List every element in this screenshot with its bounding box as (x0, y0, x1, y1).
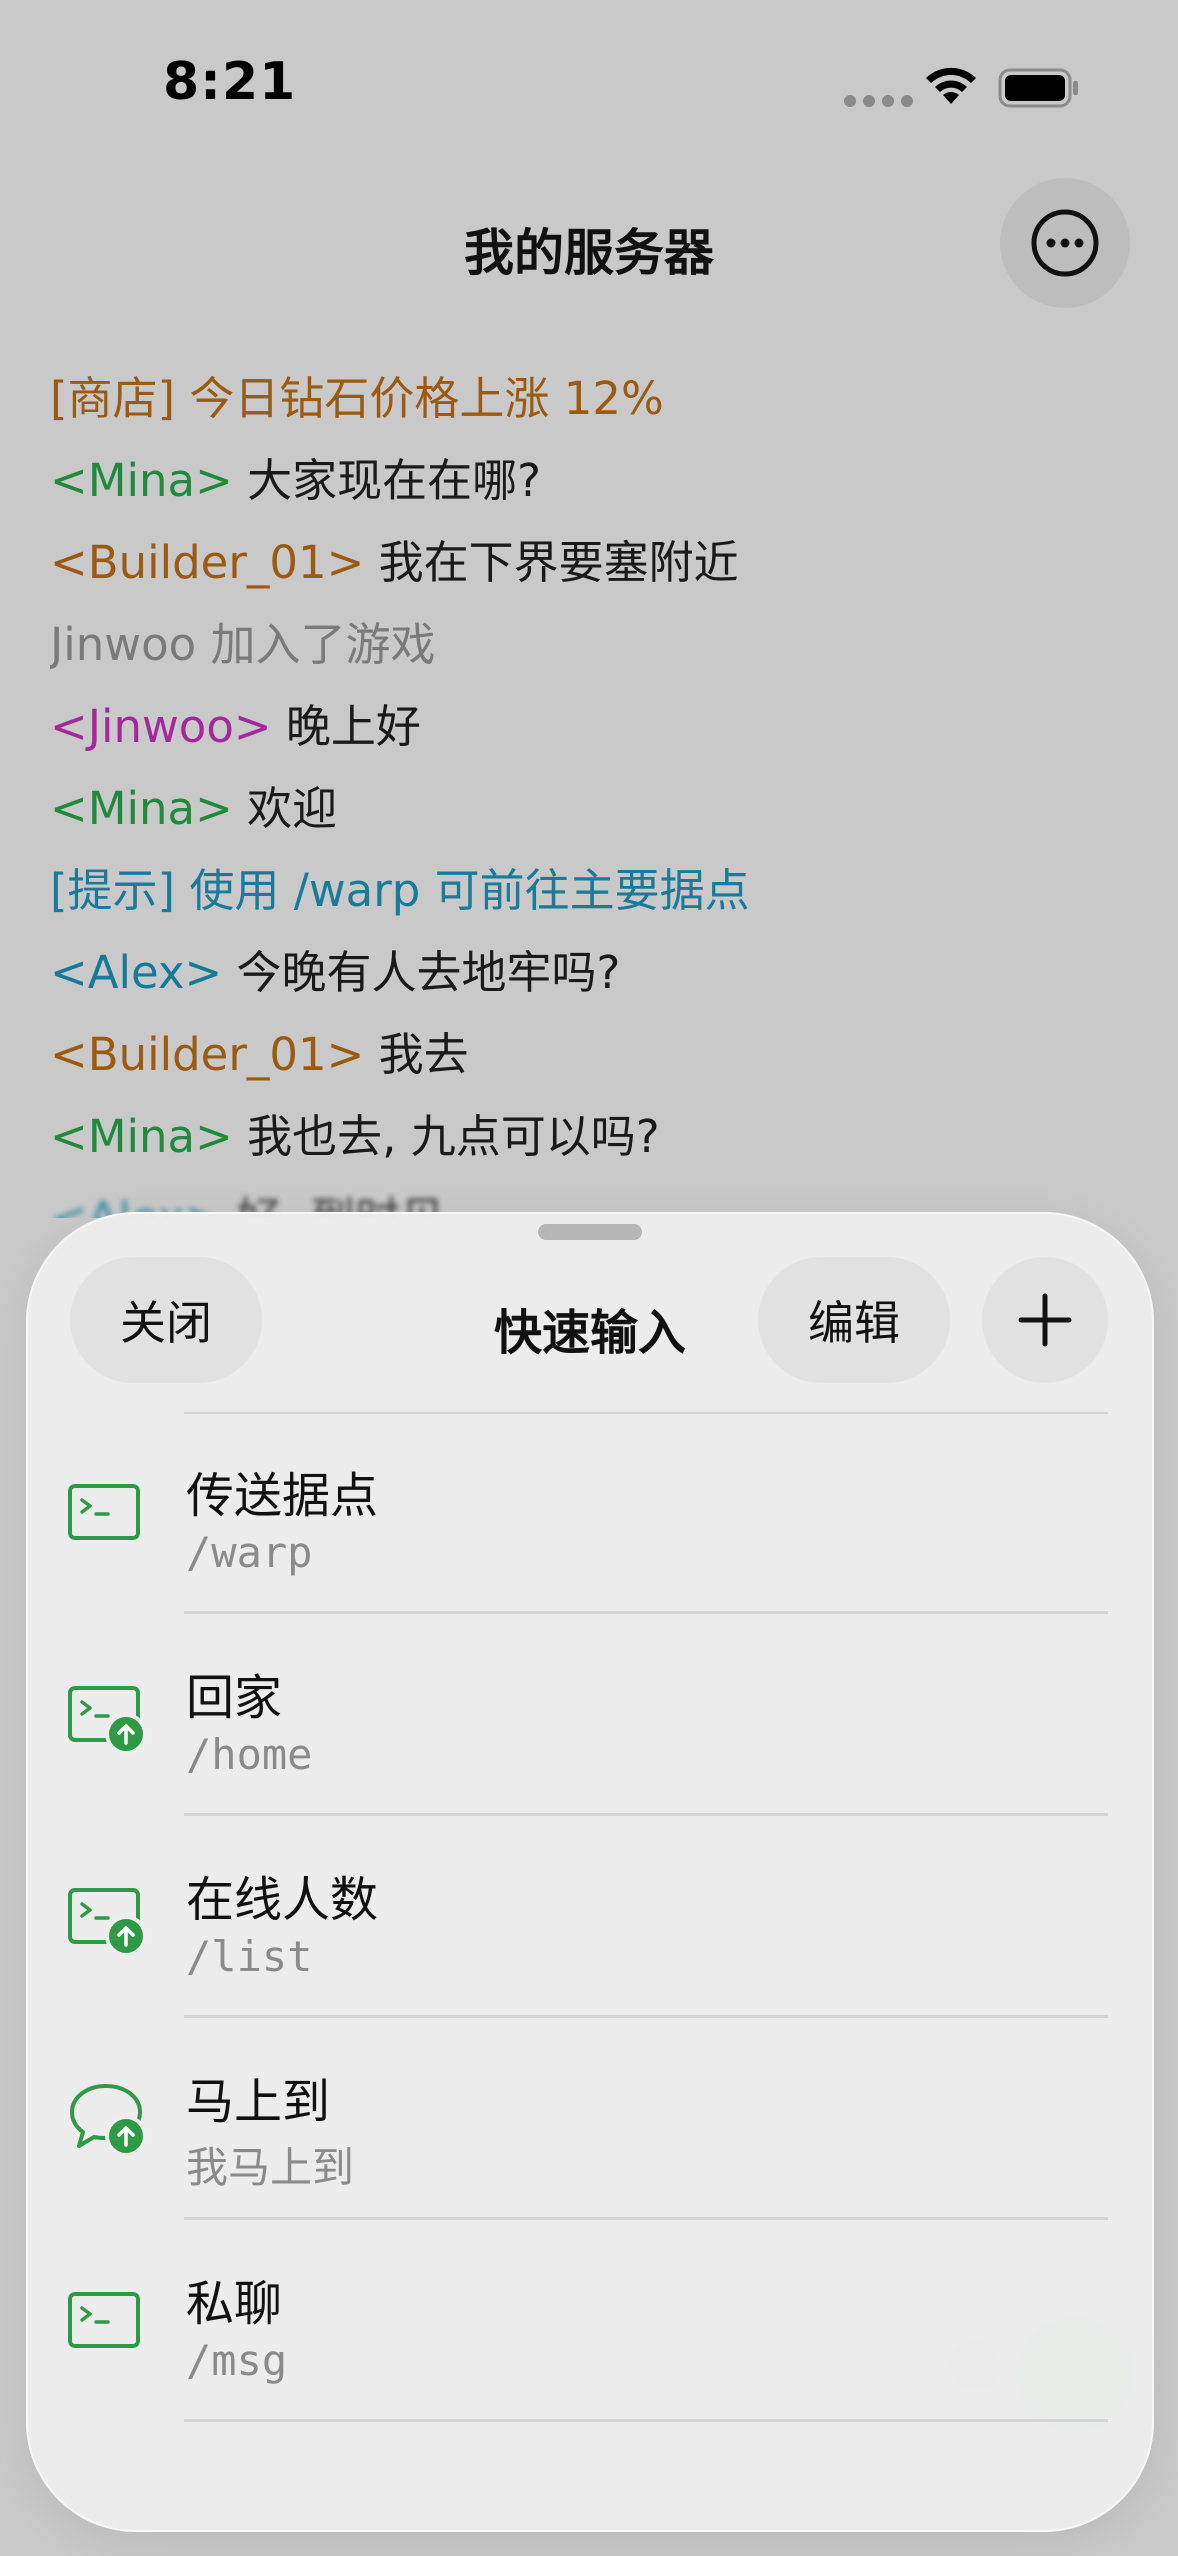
cellular-signal-icon (844, 95, 913, 107)
chat-message-text: 晚上好 (271, 700, 421, 753)
plus-icon (1018, 1293, 1072, 1347)
quick-input-command: /warp (186, 1528, 313, 1577)
quick-input-item[interactable]: 马上到 我马上到 (26, 2018, 1154, 2220)
chat-message-tag: <Mina> (50, 454, 233, 507)
terminal-icon (68, 1484, 140, 1540)
quick-input-item[interactable]: 在线人数/list (26, 1816, 1154, 2018)
status-bar: 8:21 (0, 0, 1178, 170)
chat-message-tag: <Builder_01> (50, 536, 365, 589)
chat-message: <Jinwoo> 晚上好 (50, 686, 1130, 768)
quick-input-item[interactable]: 私聊/msg (26, 2220, 1154, 2422)
quick-input-title: 回家 (186, 1670, 283, 1726)
add-button[interactable] (982, 1257, 1108, 1383)
divider (184, 2419, 1108, 2422)
edit-button[interactable]: 编辑 (758, 1257, 950, 1383)
quick-input-list: 传送据点/warp 回家/home 在线人数/list 马上到我马上到 私聊/m… (26, 1412, 1154, 2422)
terminal-send-icon (68, 1888, 147, 1957)
quick-input-item[interactable]: 传送据点/warp (26, 1412, 1154, 1614)
quick-input-command: /msg (186, 2336, 288, 2385)
chat-message-tag: <Alex> (50, 946, 223, 999)
ellipsis-circle-icon (1031, 209, 1099, 277)
chat-message: Jinwoo 加入了游戏 (50, 604, 1130, 686)
chat-message: <Builder_01> 我去 (50, 1014, 1130, 1096)
more-options-button[interactable] (1000, 178, 1130, 308)
chat-message-text: 今晚有人去地牢吗? (222, 946, 621, 999)
terminal-send-icon (68, 1686, 147, 1755)
chat-message-tag: <Builder_01> (50, 1028, 365, 1081)
close-button[interactable]: 关闭 (70, 1257, 262, 1383)
terminal-icon (68, 2292, 140, 2348)
chat-message: [提示] 使用 /warp 可前往主要据点 (50, 850, 1130, 932)
chat-send-icon (70, 2084, 147, 2157)
chat-message: <Mina> 我也去, 九点可以吗? (50, 1096, 1130, 1178)
wifi-icon (926, 67, 976, 104)
chat-message-text: 我在下界要塞附近 (364, 536, 739, 589)
quick-input-command: /list (186, 1932, 313, 1981)
chat-log: [商店] 今日钻石价格上涨 12% <Mina> 大家现在在哪? <Builder_… (50, 358, 1130, 1218)
sheet-grabber[interactable] (538, 1224, 642, 1240)
chat-message: <Mina> 欢迎 (50, 768, 1130, 850)
chat-message-tag: Jinwoo 加入了游戏 (50, 618, 436, 671)
chat-message-tag: <Mina> (50, 1110, 233, 1163)
battery-icon (998, 68, 1078, 108)
chat-message: [商店] 今日钻石价格上涨 12% (50, 358, 1130, 440)
chat-message: <Mina> 大家现在在哪? (50, 440, 1130, 522)
chat-message: <Alex> 今晚有人去地牢吗? (50, 932, 1130, 1014)
chat-message-tag: [提示] 使用 /warp 可前往主要据点 (50, 864, 750, 917)
quick-input-title: 在线人数 (186, 1872, 379, 1928)
chat-message-text: 大家现在在哪? (232, 454, 542, 507)
quick-input-sheet: 关闭 快速输入 编辑 传送据点/warp 回家/home 在线人数/list 马… (26, 1212, 1154, 2532)
quick-input-title: 私聊 (186, 2276, 283, 2332)
quick-input-command: /home (186, 1730, 313, 1779)
chat-message-text: 欢迎 (232, 782, 338, 835)
chat-message-tag: [商店] 今日钻石价格上涨 12% (50, 372, 664, 425)
status-time: 8:21 (163, 52, 297, 112)
chat-message: <Builder_01> 我在下界要塞附近 (50, 522, 1130, 604)
quick-input-item[interactable]: 回家/home (26, 1614, 1154, 1816)
chat-message-tag: <Jinwoo> (50, 700, 272, 753)
chat-message-text: 我也去, 九点可以吗? (232, 1110, 660, 1163)
chat-message-text: 我去 (364, 1028, 469, 1081)
chat-message-tag: <Mina> (50, 782, 233, 835)
quick-input-title: 马上到 (186, 2074, 331, 2130)
quick-input-title: 传送据点 (186, 1468, 379, 1524)
quick-input-command: 我马上到 (186, 2143, 355, 2192)
sheet-header: 关闭 快速输入 编辑 (26, 1257, 1154, 1387)
